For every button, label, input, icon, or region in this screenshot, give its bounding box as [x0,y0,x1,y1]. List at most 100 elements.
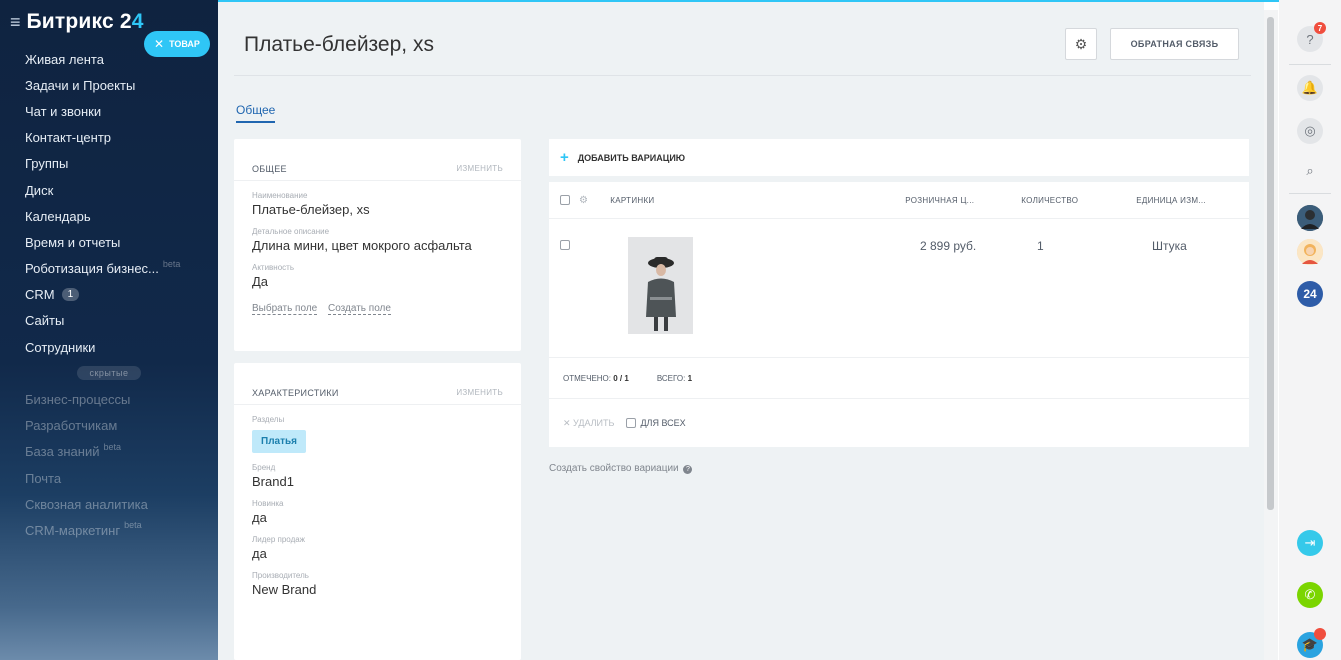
field-label: Новинка [252,499,284,508]
characteristics-card: Характеристики изменить Разделы Платья Б… [234,363,521,660]
general-card: Общее изменить Наименование Платье-блейз… [234,139,521,351]
sidebar-item-bizproc[interactable]: Бизнес-процессы [0,386,218,412]
field-label: Детальное описание [252,227,330,236]
create-field-link[interactable]: Создать поле [328,303,391,315]
settings-button[interactable]: ⚙ [1065,28,1097,60]
sidebar-item-knowledge[interactable]: База знаний beta [0,439,218,465]
row-unit[interactable]: Штука [1152,239,1187,253]
academy-notification-dot [1314,628,1326,640]
col-retail-price[interactable]: Розничная ц... [905,196,1021,205]
sidebar-item-employees[interactable]: Сотрудники [0,334,218,360]
field-manufacturer: Производитель New Brand [234,571,521,597]
help-button[interactable]: ? 7 [1297,22,1326,52]
left-sidebar: ≡ Битрикс 24 ✕ товар Живая лента Задачи … [0,0,218,660]
sidebar-item-disk[interactable]: Диск [0,177,218,203]
sidebar-item-analytics[interactable]: Сквозная аналитика [0,491,218,517]
open-lines-button[interactable]: ⇥ [1297,530,1323,556]
field-description: Детальное описание Длина мини, цвет мокр… [234,227,521,253]
sidebar-item-robotization[interactable]: Роботизация бизнес... beta [0,256,218,282]
help-icon[interactable]: ? [683,465,693,474]
chat-icon: ◎ [1304,123,1316,138]
header-divider [234,75,1251,76]
sidebar-item-sites[interactable]: Сайты [0,308,218,334]
for-all-checkbox[interactable] [626,418,637,428]
column-settings-icon[interactable]: ⚙ [579,195,588,206]
top-accent-line [218,0,1341,2]
sidebar-item-crm-marketing[interactable]: CRM-маркетинг beta [0,517,218,543]
grid-footer: Отмечено: 0 / 1 Всего: 1 [549,358,1249,399]
sidebar-item-contact-center[interactable]: Контакт-центр [0,125,218,151]
bitrix24-avatar[interactable]: 24 [1297,281,1323,307]
grid-header: ⚙ Картинки Розничная ц... Количество Еди… [549,182,1249,219]
delete-button[interactable]: ✕ Удалить [563,418,614,429]
close-product-badge[interactable]: ✕ товар [144,31,210,57]
col-unit[interactable]: Единица изм... [1136,196,1206,205]
scrollbar-thumb[interactable] [1267,17,1274,510]
table-row[interactable]: 2 899 руб. 1 Штука [549,219,1249,358]
tab-general[interactable]: Общее [236,103,276,123]
col-images[interactable]: Картинки [610,196,905,205]
chars-edit-link[interactable]: изменить [456,388,503,397]
chars-card-header: Характеристики изменить [234,363,521,405]
messenger-button[interactable]: ◎ [1297,118,1323,144]
variations-panel: + Добавить вариацию ⚙ Картинки Розничная… [549,139,1249,474]
field-value[interactable]: Да [252,274,503,289]
field-value[interactable]: Платье-блейзер, xs [252,202,503,217]
field-label: Активность [252,263,295,272]
menu-burger-icon[interactable]: ≡ [10,12,21,33]
add-variation-button[interactable]: + Добавить вариацию [549,139,1249,176]
sidebar-item-groups[interactable]: Группы [0,151,218,177]
product-image[interactable] [628,237,693,334]
sidebar-menu: Живая лента Задачи и Проекты Чат и звонк… [0,44,218,544]
field-links: Выбрать поле Создать поле [234,289,521,315]
feedback-button[interactable]: Обратная связь [1110,28,1239,60]
sidebar-item-time-reports[interactable]: Время и отчеты [0,229,218,255]
col-quantity[interactable]: Количество [1021,196,1136,205]
grid-actions: ✕ Удалить Для всех [549,399,1249,447]
avatar[interactable] [1297,239,1323,265]
general-card-header: Общее изменить [234,139,521,181]
field-active: Активность Да [234,263,521,289]
sidebar-item-crm[interactable]: CRM 1 [0,282,218,308]
search-button[interactable]: ⌕ [1297,158,1323,184]
select-field-link[interactable]: Выбрать поле [252,303,318,315]
field-value[interactable]: Brand1 [252,474,503,489]
main-content: Платье-блейзер, xs ⚙ Обратная связь Обще… [218,0,1341,660]
general-edit-link[interactable]: изменить [456,164,503,173]
select-all-checkbox[interactable] [560,195,570,205]
phone-icon: ✆ [1304,587,1316,602]
plus-icon: + [560,149,569,166]
section-tag[interactable]: Платья [252,430,306,453]
field-label: Лидер продаж [252,535,306,544]
gear-icon: ⚙ [1074,35,1088,52]
graduation-icon: 🎓 [1301,637,1319,652]
sidebar-item-developers[interactable]: Разработчикам [0,413,218,439]
field-value[interactable]: Длина мини, цвет мокрого асфальта [252,238,503,253]
logo[interactable]: Битрикс 24 [27,10,144,34]
total-count: Всего: 1 [656,373,693,383]
for-all-toggle[interactable]: Для всех [626,418,686,428]
crm-counter-badge: 1 [61,288,80,302]
field-label: Бренд [252,463,276,472]
variations-grid: ⚙ Картинки Розничная ц... Количество Еди… [549,182,1249,447]
sidebar-item-mail[interactable]: Почта [0,465,218,491]
field-value[interactable]: New Brand [252,582,503,597]
notifications-button[interactable]: 🔔 [1297,75,1323,101]
field-value[interactable]: да [252,510,503,525]
row-checkbox[interactable] [560,240,570,250]
field-value[interactable]: да [252,546,503,561]
sidebar-item-calendar[interactable]: Календарь [0,203,218,229]
selected-count: Отмечено: 0 / 1 [563,373,629,383]
field-brand: Бренд Brand1 [234,463,521,489]
academy-button[interactable]: 🎓 [1297,628,1326,658]
avatar[interactable] [1297,205,1323,231]
row-quantity[interactable]: 1 [1037,239,1044,253]
row-price[interactable]: 2 899 руб. [920,239,976,253]
call-button[interactable]: ✆ [1297,582,1323,608]
sidebar-hidden-separator[interactable]: скрытые [0,360,218,386]
question-icon: ? [1306,31,1314,47]
sidebar-item-tasks[interactable]: Задачи и Проекты [0,72,218,98]
sidebar-item-chat[interactable]: Чат и звонки [0,98,218,124]
field-label: Наименование [252,191,308,200]
create-variation-property-link[interactable]: Создать свойство вариации ? [549,463,1249,474]
